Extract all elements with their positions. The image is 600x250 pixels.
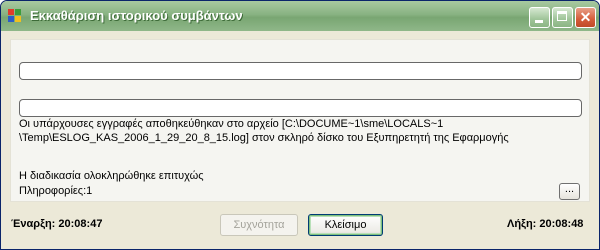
- info-count: Πληροφορίες:1: [19, 185, 93, 197]
- progress-bar-secondary: [19, 99, 582, 117]
- maximize-icon: [557, 11, 567, 21]
- frequency-button[interactable]: Συχνότητα: [220, 214, 298, 236]
- close-icon: ✕: [579, 9, 592, 25]
- message-line-1: Οι υπάρχουσες εγγραφές αποθηκεύθηκαν στο…: [19, 118, 444, 130]
- title-bar[interactable]: Εκκαθάριση ιστορικού συμβάντων ✕: [1, 1, 599, 31]
- close-button[interactable]: Κλείσιμο: [308, 214, 383, 236]
- message-line-2: \Temp\ESLOG_KAS_2006_1_29_20_8_15.log] σ…: [19, 132, 509, 144]
- minimize-icon: [535, 20, 543, 23]
- more-info-button[interactable]: ...: [559, 183, 580, 200]
- minimize-button[interactable]: [529, 7, 550, 28]
- end-time: Λήξη: 20:08:48: [507, 218, 584, 230]
- window-title: Εκκαθάριση ιστορικού συμβάντων: [30, 8, 243, 23]
- dialog-window: Εκκαθάριση ιστορικού συμβάντων ✕ Οι υπάρ…: [0, 0, 600, 250]
- app-icon: [8, 9, 24, 23]
- progress-bar-primary: [19, 62, 582, 80]
- close-window-button[interactable]: ✕: [575, 7, 596, 28]
- status-text: Η διαδικασία ολοκληρώθηκε επιτυχώς: [19, 170, 204, 182]
- maximize-button[interactable]: [552, 7, 573, 28]
- start-time: Έναρξη: 20:08:47: [11, 218, 103, 230]
